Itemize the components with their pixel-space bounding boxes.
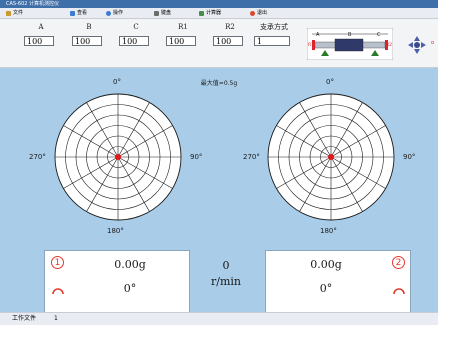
status-value: 1 <box>54 315 58 322</box>
speed-value: 0 <box>222 259 230 272</box>
speed-unit: r/min <box>211 275 241 288</box>
menu-bar: 文件 查看 操作 键盘 计算器 退出 <box>0 8 438 19</box>
calculator-icon <box>199 10 204 16</box>
diagram-label-r2: R2 <box>386 42 392 48</box>
support-mode-input[interactable]: 1 <box>254 36 290 46</box>
left-angle-value: 0° <box>123 282 137 295</box>
polar-left-label-bottom: 180° <box>107 227 124 235</box>
field-r2: R2 100 <box>213 23 247 46</box>
c-input[interactable]: 100 <box>119 36 149 46</box>
operate-icon <box>106 10 111 16</box>
right-amount-value: 0.00g <box>310 258 342 271</box>
r2-input[interactable]: 100 <box>213 36 243 46</box>
field-support-mode: 支承方式 1 <box>254 23 294 46</box>
field-label: B <box>86 23 92 31</box>
polar-center-marker <box>115 154 121 160</box>
polar-right-label-top: 0° <box>326 78 334 86</box>
field-label: A <box>38 23 44 31</box>
readout-panel-right: 0.00g 2 0° <box>265 250 411 314</box>
field-r1: R1 100 <box>166 23 200 46</box>
polar-left-label-top: 0° <box>113 78 121 86</box>
right-angle-value: 0° <box>319 282 333 295</box>
polar-left-label-right: 90° <box>190 153 203 161</box>
exit-icon <box>250 10 255 16</box>
status-bar: 工作文件 1 <box>0 312 438 325</box>
field-label: C <box>133 23 139 31</box>
diagram-label-a: A <box>316 32 320 38</box>
menu-label: 键盘 <box>161 10 172 16</box>
menu-label: 退出 <box>257 10 268 16</box>
keyboard-icon <box>154 10 159 16</box>
polar-plot-left <box>54 93 182 221</box>
polar-right-label-left: 270° <box>243 153 260 161</box>
polar-left-label-left: 270° <box>29 153 46 161</box>
menu-item-calculator[interactable]: 计算器 <box>199 8 221 18</box>
file-icon <box>6 10 11 16</box>
angle-arc-icon <box>52 288 64 295</box>
menu-label: 查看 <box>77 10 88 16</box>
menu-label: 计算器 <box>206 10 222 16</box>
window-edge <box>438 0 450 338</box>
plane-2-badge: 2 <box>392 256 405 269</box>
polar-plot-right <box>267 93 395 221</box>
angle-arc-icon <box>393 288 405 295</box>
app-window: CAS-602 计算机测控仪 文件 查看 操作 键盘 计算器 退出 A 100 … <box>0 0 450 338</box>
b-input[interactable]: 100 <box>72 36 102 46</box>
rotor-dimension-diagram: A B C R1 R2 <box>307 28 393 60</box>
field-c: C 100 <box>119 23 153 46</box>
field-a: A 100 <box>24 23 58 46</box>
a-input[interactable]: 100 <box>24 36 54 46</box>
menu-item-view[interactable]: 查看 <box>70 8 87 18</box>
field-b: B 100 <box>72 23 106 46</box>
polar-center-marker <box>328 154 334 160</box>
menu-item-keyboard[interactable]: 键盘 <box>154 8 171 18</box>
diagram-label-r1: R1 <box>308 42 314 48</box>
side-marker: o <box>431 40 435 46</box>
window-title: CAS-602 计算机测控仪 <box>6 1 60 7</box>
menu-label: 操作 <box>113 10 124 16</box>
left-amount-value: 0.00g <box>114 258 146 271</box>
field-label: 支承方式 <box>260 23 288 31</box>
speed-readout: 0 r/min <box>196 258 256 290</box>
polar-right-label-right: 90° <box>403 153 416 161</box>
view-icon <box>70 10 75 16</box>
field-label: R1 <box>178 23 188 31</box>
polar-right-label-bottom: 180° <box>320 227 337 235</box>
rotation-nav-icon[interactable] <box>408 36 426 54</box>
max-value-label: 最大值=0.5g <box>200 80 238 87</box>
plane-1-badge: 1 <box>51 256 64 269</box>
diagram-label-b: B <box>348 32 352 38</box>
status-label: 工作文件 <box>12 315 37 322</box>
r1-input[interactable]: 100 <box>166 36 196 46</box>
menu-item-exit[interactable]: 退出 <box>250 8 267 18</box>
readout-panel-left: 1 0.00g 0° <box>44 250 190 314</box>
menu-item-file[interactable]: 文件 <box>6 8 23 18</box>
menu-label: 文件 <box>13 10 24 16</box>
field-label: R2 <box>225 23 235 31</box>
title-bar: CAS-602 计算机测控仪 <box>0 0 438 8</box>
diagram-label-c: C <box>377 32 381 38</box>
menu-item-operate[interactable]: 操作 <box>106 8 123 18</box>
